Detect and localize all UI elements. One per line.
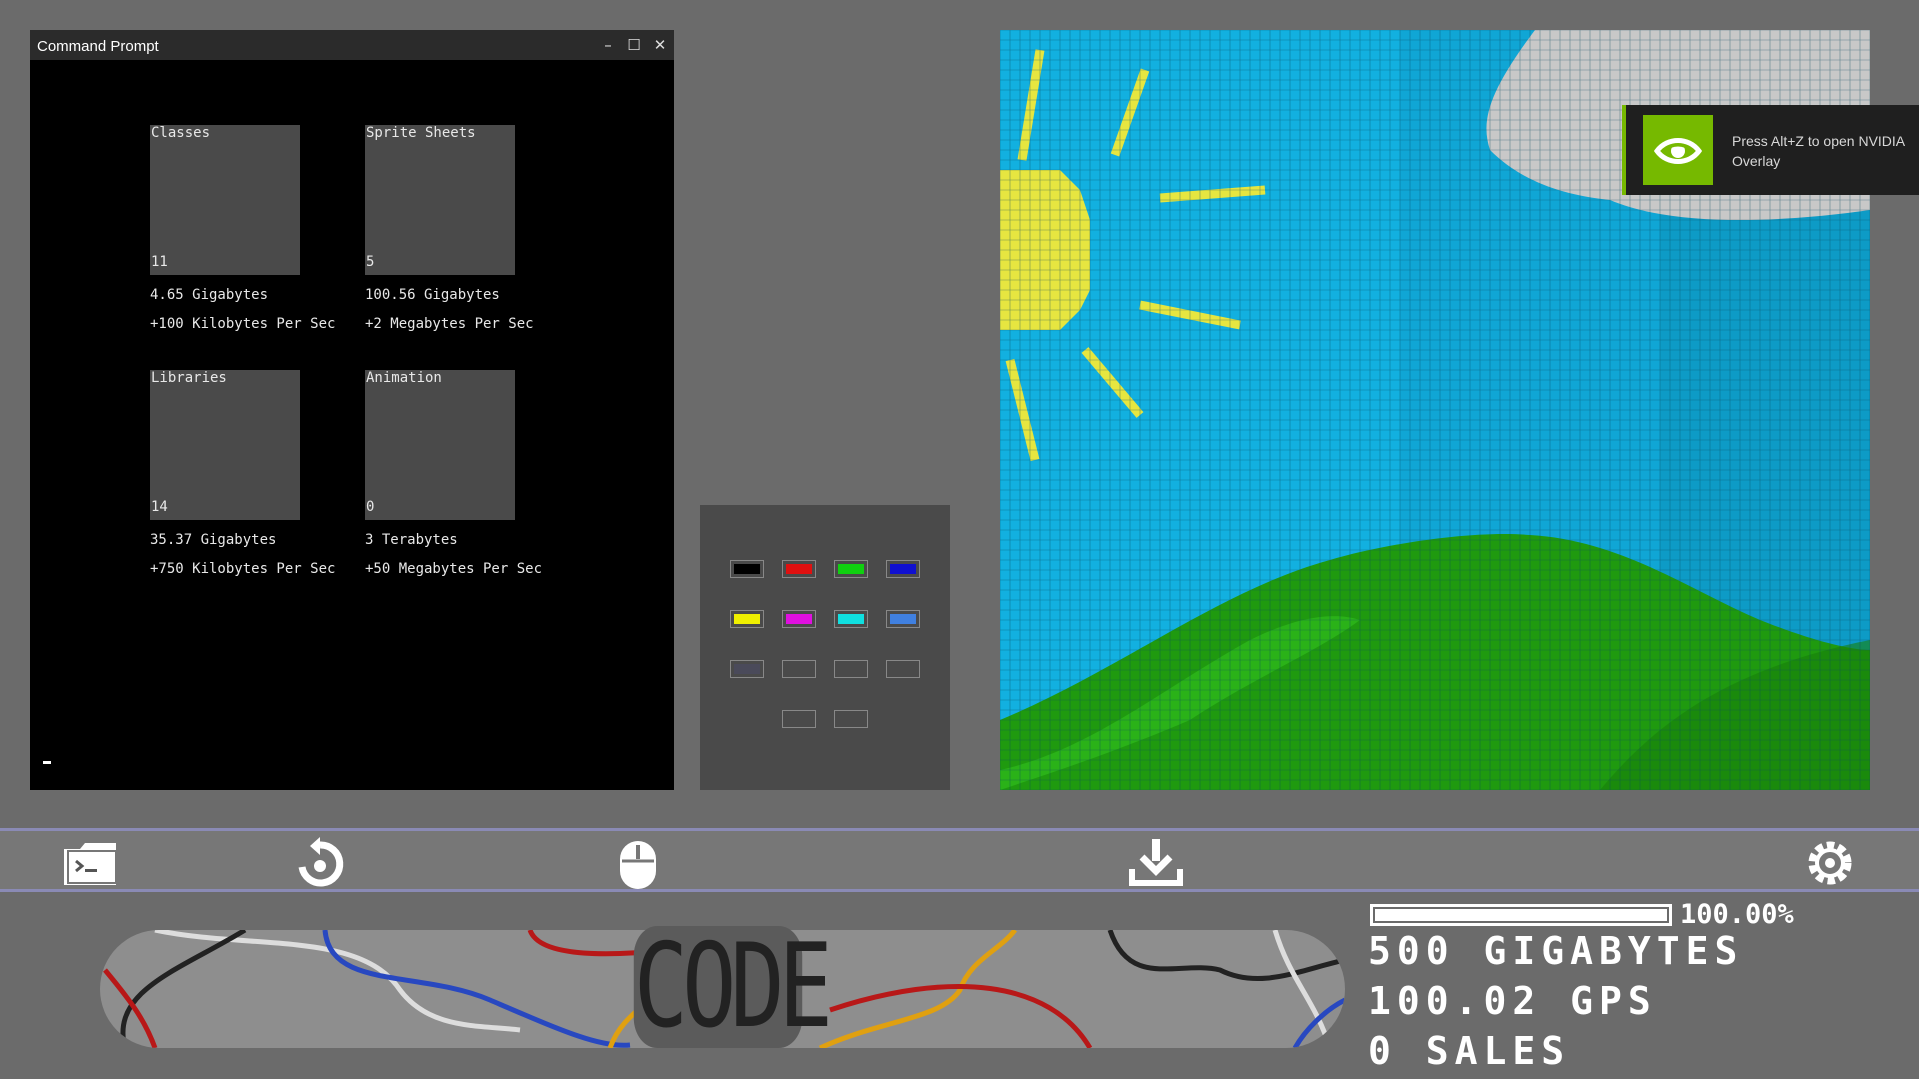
storage-total: 500 GIGABYTES [1368, 929, 1744, 973]
color-swatch[interactable] [886, 610, 920, 628]
swatch-color [786, 614, 812, 624]
progress-bar [1370, 904, 1672, 926]
resource-name: Sprite Sheets [366, 125, 476, 141]
resource-tile-classes[interactable]: Classes 11 4.65 Gigabytes +100 Kilobytes… [150, 125, 335, 332]
resource-box[interactable]: Libraries 14 [150, 370, 300, 520]
swatch-color [838, 664, 864, 674]
swatch-color [838, 564, 864, 574]
minimize-button[interactable]: – [598, 35, 618, 55]
resource-box[interactable]: Classes 11 [150, 125, 300, 275]
swatch-color [890, 664, 916, 674]
swatch-color [890, 614, 916, 624]
resource-count: 0 [366, 499, 375, 515]
resource-rate: +100 Kilobytes Per Sec [150, 316, 336, 332]
resource-count: 5 [366, 254, 375, 270]
color-swatch[interactable] [834, 660, 868, 678]
color-swatch[interactable] [834, 560, 868, 578]
color-swatch[interactable] [782, 660, 816, 678]
resource-rate: +750 Kilobytes Per Sec [150, 561, 336, 577]
color-swatch[interactable] [730, 660, 764, 678]
sales-count: 0 SALES [1368, 1029, 1571, 1073]
resource-count: 14 [151, 499, 168, 515]
swatch-color [838, 614, 864, 624]
resource-tile-animation[interactable]: Animation 0 3 Terabytes +50 Megabytes Pe… [365, 370, 542, 577]
resource-tile-libraries[interactable]: Libraries 14 35.37 Gigabytes +750 Kiloby… [150, 370, 335, 577]
resource-size: 100.56 Gigabytes [365, 287, 500, 303]
color-swatch[interactable] [782, 610, 816, 628]
swatch-color [786, 714, 812, 724]
download-icon[interactable] [1126, 837, 1186, 889]
swatch-color [786, 564, 812, 574]
text-cursor [43, 761, 51, 764]
toolbar [0, 828, 1919, 892]
code-button[interactable]: CODE [633, 926, 833, 1048]
color-swatch[interactable] [886, 560, 920, 578]
resource-tile-sprite-sheets[interactable]: Sprite Sheets 5 100.56 Gigabytes +2 Mega… [365, 125, 534, 332]
color-palette [700, 505, 950, 790]
resource-box[interactable]: Animation 0 [365, 370, 515, 520]
color-swatch[interactable] [834, 710, 868, 728]
resource-rate: +2 Megabytes Per Sec [365, 316, 534, 332]
gear-icon[interactable] [1800, 837, 1860, 889]
mouse-icon[interactable] [608, 837, 668, 889]
resource-size: 35.37 Gigabytes [150, 532, 277, 548]
color-swatch[interactable] [886, 660, 920, 678]
progress-percent: 100.00% [1680, 899, 1794, 930]
overlay-message: Press Alt+Z to open NVIDIA Overlay [1732, 133, 1905, 169]
swatch-color [838, 714, 864, 724]
resource-rate: +50 Megabytes Per Sec [365, 561, 543, 577]
nvidia-logo-icon [1643, 115, 1713, 185]
swatch-color [890, 564, 916, 574]
color-swatch[interactable] [730, 610, 764, 628]
resource-name: Libraries [151, 370, 227, 386]
close-button[interactable]: ✕ [650, 35, 670, 55]
swatch-color [734, 564, 760, 574]
nvidia-overlay-toast[interactable]: Press Alt+Z to open NVIDIA Overlay [1622, 105, 1919, 195]
resource-count: 11 [151, 254, 168, 270]
window-title: Command Prompt [37, 38, 159, 55]
maximize-button[interactable]: ☐ [624, 35, 644, 55]
resource-box[interactable]: Sprite Sheets 5 [365, 125, 515, 275]
swatch-color [734, 664, 760, 674]
color-swatch[interactable] [834, 610, 868, 628]
swatch-color [786, 664, 812, 674]
resource-name: Classes [151, 125, 211, 141]
resource-size: 3 Terabytes [365, 532, 458, 548]
color-swatch[interactable] [782, 560, 816, 578]
command-prompt-window: Command Prompt – ☐ ✕ Classes 11 4.65 Gig… [30, 30, 674, 790]
swatch-color [734, 614, 760, 624]
color-swatch[interactable] [782, 710, 816, 728]
resource-size: 4.65 Gigabytes [150, 287, 269, 303]
color-swatch[interactable] [730, 560, 764, 578]
progress-fill [1375, 909, 1667, 921]
terminal-folder-icon[interactable] [60, 837, 120, 889]
resource-name: Animation [366, 370, 442, 386]
speed-rate: 100.02 GPS [1368, 979, 1657, 1023]
window-title-bar[interactable]: Command Prompt – ☐ ✕ [30, 30, 674, 60]
restart-icon[interactable] [290, 837, 350, 889]
